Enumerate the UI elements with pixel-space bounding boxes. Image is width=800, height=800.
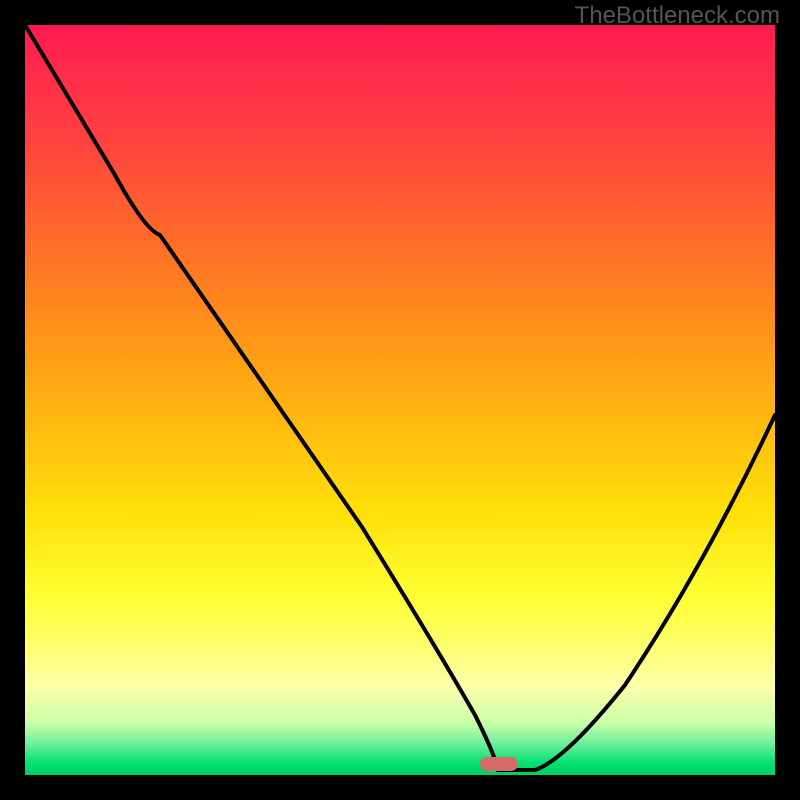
curve-svg	[25, 25, 775, 775]
plot-area	[25, 25, 775, 775]
watermark-text: TheBottleneck.com	[575, 2, 780, 30]
bottleneck-curve-path	[25, 25, 775, 770]
chart-container: TheBottleneck.com	[0, 0, 800, 800]
optimal-marker	[480, 757, 518, 771]
